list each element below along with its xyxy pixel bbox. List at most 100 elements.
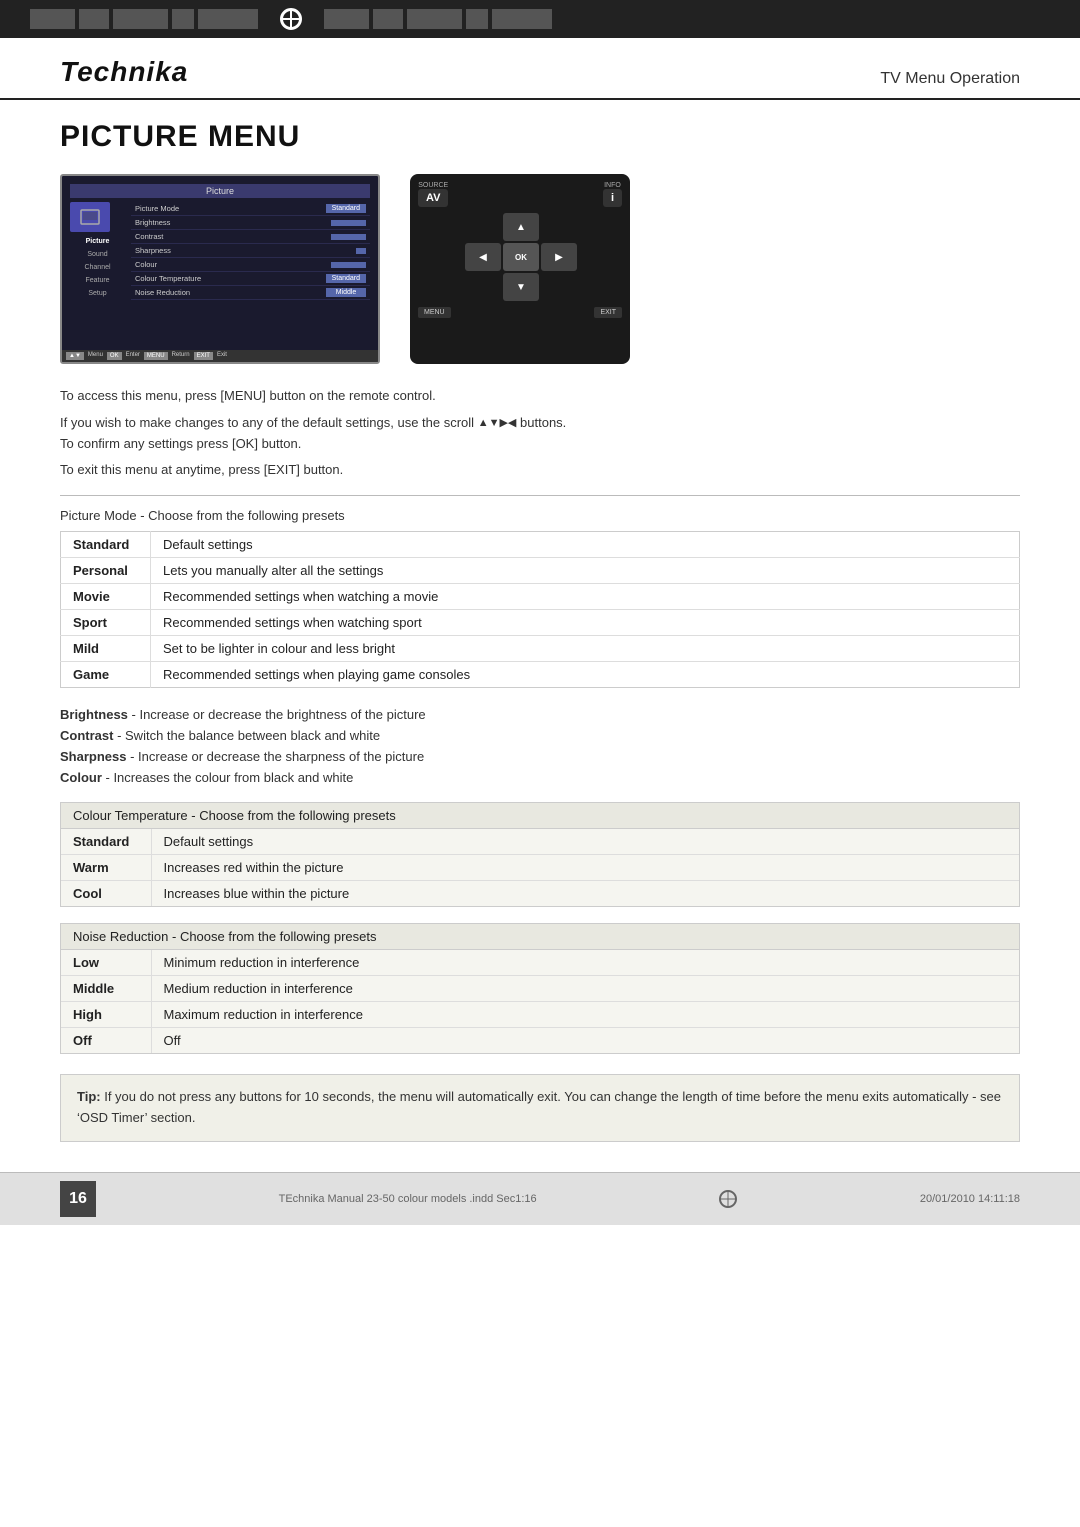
noise-reduction-table: LowMinimum reduction in interferenceMidd…: [61, 950, 1019, 1053]
table-row: CoolIncreases blue within the picture: [61, 881, 1019, 907]
adjustment-desc: - Increase or decrease the brightness of…: [128, 707, 426, 722]
footer-crosshair-icon: [719, 1190, 737, 1208]
remote-info-label: INFO: [603, 182, 622, 189]
remote-dpad-empty-bottomright: [541, 273, 577, 301]
preset-description: Maximum reduction in interference: [151, 1002, 1019, 1028]
scroll-arrows: ▲▼▶◀: [478, 415, 517, 433]
bar-segment: [373, 9, 403, 29]
list-item: Sharpness - Increase or decrease the sha…: [60, 746, 1020, 767]
footer-date-info: 20/01/2010 14:11:18: [920, 1193, 1020, 1205]
remote-left-button[interactable]: ◀: [465, 243, 501, 271]
preset-name: Standard: [61, 829, 151, 855]
instruction-line3: To exit this menu at anytime, press [EXI…: [60, 460, 1020, 481]
remote-menu-button[interactable]: MENU: [418, 307, 451, 318]
preset-description: Default settings: [151, 532, 1020, 558]
remote-exit-button[interactable]: EXIT: [594, 307, 622, 318]
table-row: MildSet to be lighter in colour and less…: [61, 636, 1020, 662]
bar-segment: [172, 9, 194, 29]
bar-segment: [79, 9, 109, 29]
colour-temperature-intro-text: Colour Temperature - Choose from the fol…: [73, 808, 396, 823]
adjustment-desc: - Switch the balance between black and w…: [113, 728, 380, 743]
tip-prefix: Tip:: [77, 1089, 101, 1104]
adjustment-label: Sharpness: [60, 749, 126, 764]
remote-ok-button[interactable]: OK: [503, 243, 539, 271]
table-row: PersonalLets you manually alter all the …: [61, 558, 1020, 584]
tv-menu-row-noise: Noise ReductionMiddle: [131, 286, 370, 300]
crosshair-icon: [280, 8, 302, 30]
tv-menu-row-colourtemp: Colour TemperatureStandard: [131, 272, 370, 286]
bar-segment: [198, 9, 258, 29]
picture-mode-table: StandardDefault settingsPersonalLets you…: [60, 531, 1020, 688]
preset-description: Off: [151, 1028, 1019, 1054]
instruction-line2c-text: To confirm any settings press [OK] butto…: [60, 436, 301, 451]
tv-screen-inner: Picture Picture Sound Channel Feature Se…: [62, 176, 378, 362]
tv-sidebar-label-channel: Channel: [70, 262, 125, 273]
preset-name: Cool: [61, 881, 151, 907]
tv-main-content: Picture ModeStandard Brightness Contrast…: [131, 202, 370, 300]
bar-segment: [324, 9, 369, 29]
preset-name: Middle: [61, 976, 151, 1002]
section-title: TV Menu Operation: [880, 70, 1020, 88]
preset-description: Medium reduction in interference: [151, 976, 1019, 1002]
tip-box: Tip: If you do not press any buttons for…: [60, 1074, 1020, 1142]
remote-info-area: INFO i: [603, 182, 622, 207]
table-row: MovieRecommended settings when watching …: [61, 584, 1020, 610]
bar-segment: [30, 9, 75, 29]
preset-name: Off: [61, 1028, 151, 1054]
tv-sidebar: Picture Sound Channel Feature Setup: [70, 202, 125, 300]
preset-name: Sport: [61, 610, 151, 636]
preset-description: Recommended settings when playing game c…: [151, 662, 1020, 688]
remote-up-button[interactable]: ▲: [503, 213, 539, 241]
preset-name: Warm: [61, 855, 151, 881]
bar-segment: [466, 9, 488, 29]
picture-mode-intro-text: Picture Mode - Choose from the following…: [60, 508, 345, 523]
remote-dpad-empty-topleft: [465, 213, 501, 241]
adjustment-desc: - Increases the colour from black and wh…: [102, 770, 353, 785]
tv-menu-row-picturemode: Picture ModeStandard: [131, 202, 370, 216]
bar-segment: [113, 9, 168, 29]
preset-description: Increases blue within the picture: [151, 881, 1019, 907]
preset-description: Recommended settings when watching a mov…: [151, 584, 1020, 610]
remote-dpad: ▲ ◀ OK ▶ ▼: [465, 213, 575, 301]
table-row: OffOff: [61, 1028, 1019, 1054]
tv-sidebar-label-sound: Sound: [70, 249, 125, 260]
page-title: PICTURE MENU: [60, 120, 1020, 154]
bar-segment: [407, 9, 462, 29]
preset-name: Game: [61, 662, 151, 688]
noise-reduction-section: Noise Reduction - Choose from the follow…: [60, 923, 1020, 1054]
noise-reduction-intro-text: Noise Reduction - Choose from the follow…: [73, 929, 376, 944]
media-row: Picture Picture Sound Channel Feature Se…: [60, 174, 1020, 364]
remote-dpad-empty-topright: [541, 213, 577, 241]
tv-menu-body: Picture Sound Channel Feature Setup Pict…: [70, 202, 370, 300]
instruction-line2b-text: buttons.: [520, 415, 566, 430]
table-row: HighMaximum reduction in interference: [61, 1002, 1019, 1028]
colour-temperature-section: Colour Temperature - Choose from the fol…: [60, 802, 1020, 907]
adjustment-label: Brightness: [60, 707, 128, 722]
bar-segment: [492, 9, 552, 29]
remote-source-area: SOURCE AV: [418, 182, 448, 207]
preset-name: Low: [61, 950, 151, 976]
adjustments-list: Brightness - Increase or decrease the br…: [60, 704, 1020, 788]
adjustment-desc: - Increase or decrease the sharpness of …: [126, 749, 424, 764]
section-divider: [60, 495, 1020, 496]
page-header: Technika TV Menu Operation: [0, 38, 1080, 100]
picture-mode-intro: Picture Mode - Choose from the following…: [60, 508, 1020, 523]
tv-sidebar-label-feature: Feature: [70, 275, 125, 286]
remote-info-button[interactable]: i: [603, 189, 622, 207]
remote-down-button[interactable]: ▼: [503, 273, 539, 301]
adjustment-label: Contrast: [60, 728, 113, 743]
brand-logo: Technika: [60, 56, 188, 88]
remote-right-button[interactable]: ▶: [541, 243, 577, 271]
list-item: Contrast - Switch the balance between bl…: [60, 725, 1020, 746]
preset-description: Set to be lighter in colour and less bri…: [151, 636, 1020, 662]
remote-av-button[interactable]: AV: [418, 189, 448, 207]
list-item: Brightness - Increase or decrease the br…: [60, 704, 1020, 725]
remote-source-label: SOURCE: [418, 182, 448, 189]
colour-temperature-table: StandardDefault settingsWarmIncreases re…: [61, 829, 1019, 906]
noise-reduction-header: Noise Reduction - Choose from the follow…: [61, 924, 1019, 950]
instructions-block: To access this menu, press [MENU] button…: [60, 386, 1020, 481]
top-decorative-bar: [0, 0, 1080, 38]
preset-name: High: [61, 1002, 151, 1028]
table-row: StandardDefault settings: [61, 532, 1020, 558]
tv-bottom-bar: ▲▼ Menu OK Enter MENU Return EXIT Exit: [62, 350, 378, 362]
